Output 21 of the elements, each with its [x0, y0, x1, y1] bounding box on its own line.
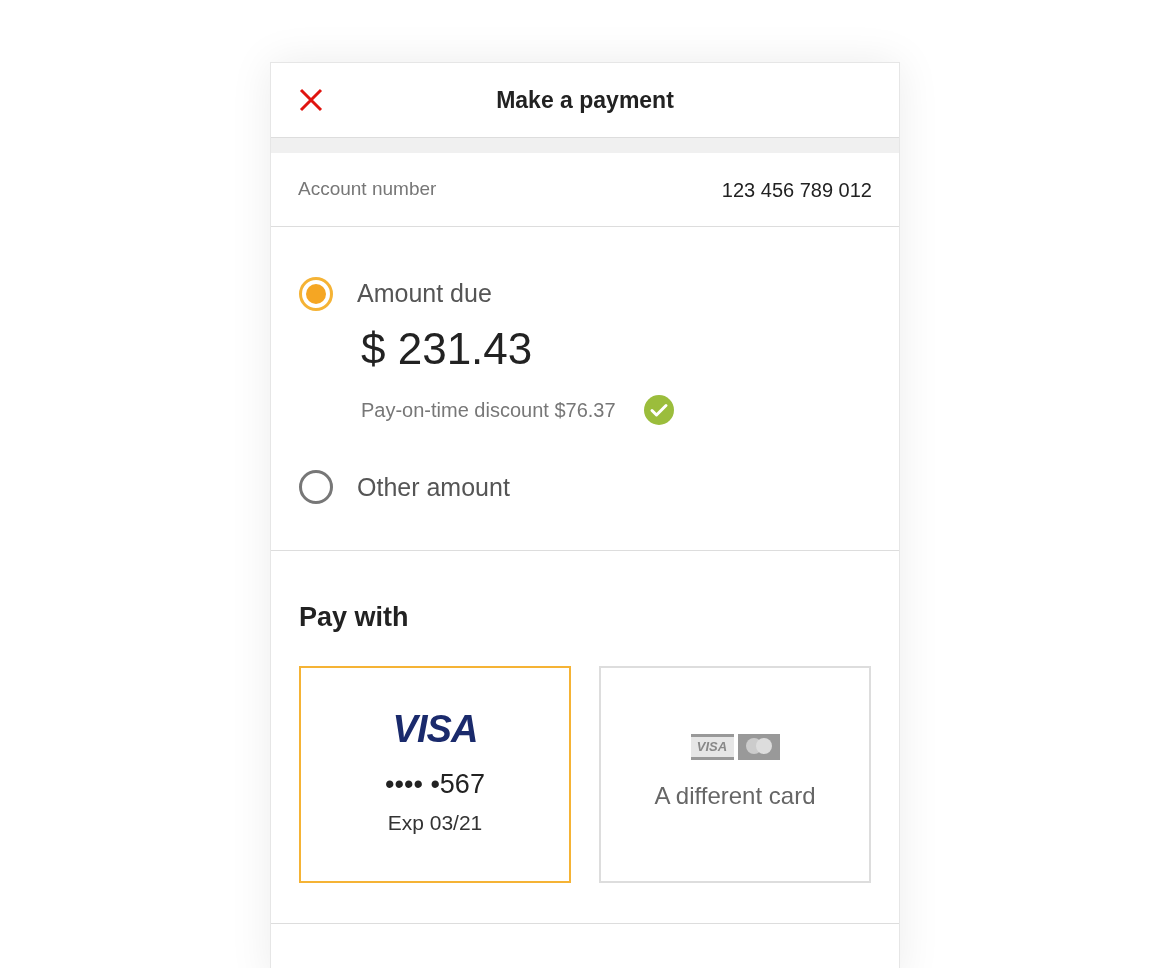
section-title: Pay with: [299, 601, 410, 634]
check-icon: [643, 394, 674, 425]
card-option-label: A different card: [654, 781, 816, 811]
card-brand-logo: VISA: [690, 734, 734, 760]
discount-text: Pay-on-time discount $76.37: [361, 397, 616, 423]
option-label: Other amount: [357, 471, 510, 503]
card-logo-icon: [737, 734, 780, 760]
radio-button[interactable]: [299, 470, 333, 505]
radio-button[interactable]: [299, 276, 333, 311]
close-icon: [299, 88, 323, 112]
card-brand-logo: VISA: [392, 710, 478, 748]
account-label: Account number: [298, 177, 437, 202]
option-label: Amount due: [357, 278, 492, 309]
account-number: 123 456 789 012: [721, 177, 872, 203]
amount-due: $ 231.43: [361, 326, 534, 371]
new-card-option[interactable]: VISA A different card: [599, 665, 871, 883]
close-button[interactable]: [297, 86, 325, 114]
saved-card-option[interactable]: VISA •••• •567 Exp 03/21: [299, 665, 571, 883]
card-expiry: Exp 03/21: [387, 809, 483, 836]
card-number: •••• •567: [385, 768, 485, 801]
page-title: Make a payment: [496, 85, 674, 115]
